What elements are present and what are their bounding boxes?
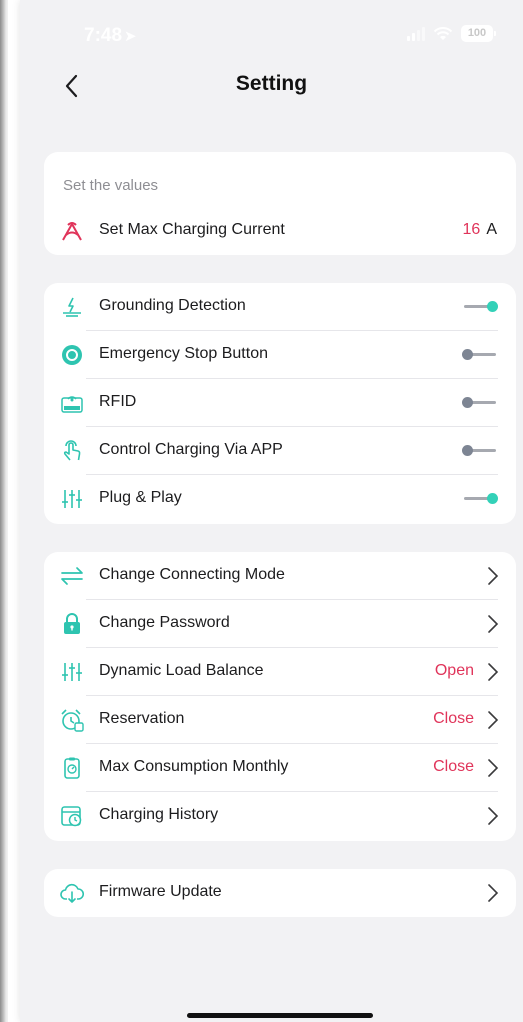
- max-charging-current-row[interactable]: Set Max Charging Current 16 A: [44, 207, 516, 255]
- location-icon: ➤: [124, 28, 137, 45]
- status-time: 7:48 ➤: [84, 25, 137, 47]
- menu-item-firmware-update[interactable]: Firmware Update: [44, 869, 516, 917]
- menu-item-value: Open: [434, 662, 474, 679]
- toggle-label: Grounding Detection: [99, 297, 246, 314]
- plug-and-play-toggle[interactable]: [462, 493, 498, 505]
- chevron-right-icon: [488, 884, 499, 902]
- sliders-icon: [60, 487, 84, 511]
- page-title: Setting: [235, 72, 308, 95]
- menu-item-label: Charging History: [99, 806, 219, 823]
- home-indicator[interactable]: [187, 1013, 373, 1018]
- history-icon: [60, 804, 84, 828]
- alarm-clock-icon: [60, 708, 84, 732]
- toggle-row-control-via-app: Control Charging Via APP: [44, 427, 516, 475]
- device-frame-edge: [0, 0, 8, 1022]
- toggle-label: Emergency Stop Button: [99, 345, 268, 362]
- current-number: 16: [462, 221, 481, 238]
- menu-item-label: Firmware Update: [99, 883, 222, 900]
- rfid-icon: [60, 391, 84, 415]
- control-via-app-toggle[interactable]: [462, 445, 498, 457]
- menu-item-dynamic-load-balance[interactable]: Dynamic Load Balance Open: [44, 648, 516, 696]
- battery-icon: 100: [461, 25, 496, 42]
- rfid-toggle[interactable]: [462, 397, 498, 409]
- firmware-card: Firmware Update: [44, 869, 516, 917]
- menu-item-value: Close: [433, 758, 474, 775]
- menu-card: Change Connecting Mode Change Password D…: [44, 552, 516, 841]
- emergency-stop-icon: [60, 343, 84, 367]
- section-label: Set the values: [63, 177, 159, 194]
- chevron-right-icon: [488, 807, 499, 825]
- toggle-row-rfid: RFID: [44, 379, 516, 427]
- charging-current-icon: [60, 219, 84, 243]
- menu-item-label: Max Consumption Monthly: [99, 758, 289, 775]
- menu-item-change-password[interactable]: Change Password: [44, 600, 516, 648]
- toggle-row-emergency-stop: Emergency Stop Button: [44, 331, 516, 379]
- arrows-swap-icon: [60, 564, 84, 588]
- menu-item-charging-history[interactable]: Charging History: [44, 792, 516, 840]
- wifi-icon: [433, 26, 453, 41]
- menu-item-label: Dynamic Load Balance: [99, 662, 264, 679]
- values-card: Set the values Set Max Charging Current …: [44, 152, 516, 255]
- menu-item-change-connecting-mode[interactable]: Change Connecting Mode: [44, 552, 516, 600]
- toggle-label: Plug & Play: [99, 489, 182, 506]
- grounding-detection-toggle[interactable]: [462, 301, 498, 313]
- phone-screen: 7:48 ➤ 100 Setting Set the values Set Ma…: [20, 0, 523, 1022]
- chevron-right-icon: [488, 615, 499, 633]
- max-charging-current-label: Set Max Charging Current: [99, 221, 285, 238]
- chevron-right-icon: [488, 759, 499, 777]
- lock-icon: [60, 612, 84, 636]
- nav-bar: Setting: [20, 60, 523, 110]
- current-unit: A: [486, 221, 497, 238]
- chevron-right-icon: [488, 663, 499, 681]
- menu-item-value: Close: [433, 710, 474, 727]
- toggle-label: Control Charging Via APP: [99, 441, 283, 458]
- chevron-right-icon: [488, 711, 499, 729]
- menu-item-reservation[interactable]: Reservation Close: [44, 696, 516, 744]
- cellular-signal-icon: [407, 26, 425, 41]
- toggles-card: Grounding Detection Emergency Stop Butto…: [44, 283, 516, 524]
- chevron-right-icon: [488, 567, 499, 585]
- toggle-row-grounding-detection: Grounding Detection: [44, 283, 516, 331]
- grounding-icon: [60, 295, 84, 319]
- toggle-row-plug-and-play: Plug & Play: [44, 475, 516, 523]
- menu-item-label: Change Password: [99, 614, 230, 631]
- status-right: 100: [407, 25, 496, 42]
- status-bar: 7:48 ➤ 100: [20, 22, 523, 50]
- touch-app-icon: [60, 439, 84, 463]
- status-time-text: 7:48: [84, 25, 123, 46]
- toggle-label: RFID: [99, 393, 137, 410]
- max-charging-current-value[interactable]: 16 A: [463, 221, 497, 239]
- menu-item-label: Change Connecting Mode: [99, 566, 285, 583]
- emergency-stop-toggle[interactable]: [462, 349, 498, 361]
- menu-item-label: Reservation: [99, 710, 185, 727]
- meter-icon: [60, 756, 84, 780]
- cloud-download-icon: [60, 881, 84, 905]
- sliders-icon: [60, 660, 84, 684]
- menu-item-max-consumption-monthly[interactable]: Max Consumption Monthly Close: [44, 744, 516, 792]
